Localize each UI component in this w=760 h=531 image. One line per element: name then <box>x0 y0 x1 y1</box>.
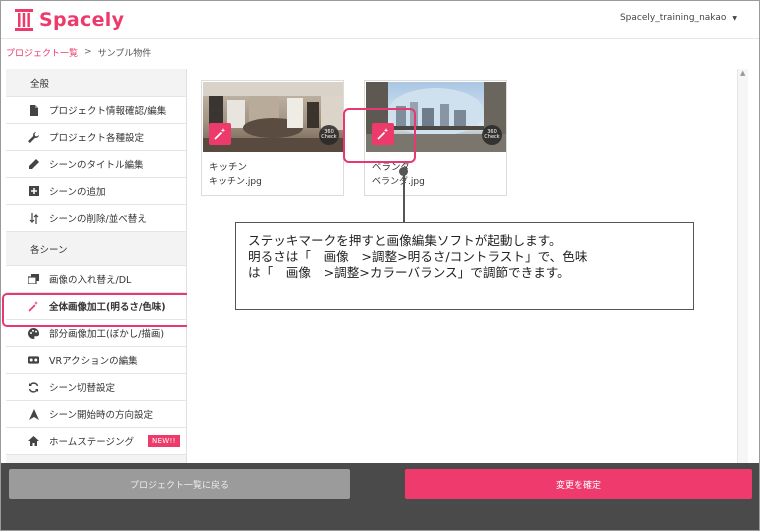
sidebar-item-label: 部分画像加工(ぼかし/描画) <box>49 329 165 340</box>
back-to-projects-button[interactable]: プロジェクト一覧に戻る <box>9 469 350 499</box>
sidebar-item-image-swap[interactable]: 画像の入れ替え/DL <box>6 266 186 293</box>
app-header: Spacely Spacely_training_nakao ▼ <box>1 1 759 39</box>
document-icon <box>28 104 39 116</box>
highlight-frame-sidebar <box>2 293 214 327</box>
refresh-icon <box>28 381 39 393</box>
pencil-icon <box>28 158 39 170</box>
spacely-logo[interactable]: Spacely <box>15 7 124 33</box>
footer-bar: プロジェクト一覧に戻る 変更を確定 <box>1 463 759 530</box>
sidebar-item-label: シーン開始時の方向設定 <box>49 410 154 421</box>
sidebar-item-label: ホームステージング <box>49 437 135 448</box>
sidebar-item-label: シーンのタイトル編集 <box>49 160 144 171</box>
breadcrumb-separator: > <box>84 47 92 57</box>
section-header-scenes: 各シーン <box>6 232 186 266</box>
sidebar-item-add-scene[interactable]: シーンの追加 <box>6 178 186 205</box>
wrench-icon <box>28 131 39 143</box>
user-menu[interactable]: Spacely_training_nakao ▼ <box>620 13 737 23</box>
sidebar-item-label: シーン切替設定 <box>49 383 116 394</box>
scene-name: キッチン <box>209 162 248 173</box>
sort-arrows-icon <box>28 212 39 224</box>
scene-file: ベランダ.jpg <box>372 177 425 187</box>
vr-goggles-icon <box>28 355 39 366</box>
image-swap-icon <box>28 274 39 285</box>
magic-wand-icon[interactable] <box>209 123 231 145</box>
confirm-changes-button[interactable]: 変更を確定 <box>405 469 752 499</box>
callout-line-3: は「 画像 >調整>カラーバランス」で調節できます。 <box>248 265 570 280</box>
column-logo-icon <box>15 9 33 31</box>
sidebar-item-project-settings[interactable]: プロジェクト各種設定 <box>6 124 186 151</box>
check-360-icon[interactable]: 360 Check <box>482 125 502 145</box>
sidebar-item-label: シーンの追加 <box>49 187 106 198</box>
home-icon <box>28 436 39 447</box>
callout-line-2: 明るさは「 画像 >調整>明るさ/コントラスト」で、色味 <box>248 249 588 264</box>
instruction-callout: ステッキマークを押すと画像編集ソフトが起動します。 明るさは「 画像 >調整>明… <box>235 222 694 310</box>
scroll-up-arrow[interactable]: ▲ <box>740 69 745 77</box>
sidebar-item-label: プロジェクト情報確認/編集 <box>49 106 167 117</box>
sidebar-item-project-info[interactable]: プロジェクト情報確認/編集 <box>6 97 186 124</box>
breadcrumb-project-list[interactable]: プロジェクト一覧 <box>6 46 78 59</box>
callout-pointer-line <box>403 171 405 223</box>
logo-text: Spacely <box>39 9 125 31</box>
section-header-general: 全般 <box>6 69 186 97</box>
sidebar-item-label: 画像の入れ替え/DL <box>49 275 132 286</box>
sidebar-item-scene-switch[interactable]: シーン切替設定 <box>6 374 186 401</box>
sidebar-item-scene-title[interactable]: シーンのタイトル編集 <box>6 151 186 178</box>
user-name: Spacely_training_nakao <box>619 13 727 23</box>
scene-file: キッチン.jpg <box>209 177 262 187</box>
sidebar-item-vr-action[interactable]: VRアクションの編集 <box>6 347 186 374</box>
sidebar-item-label: VRアクションの編集 <box>49 356 138 367</box>
check-label: Check <box>484 134 500 140</box>
sidebar-item-start-direction[interactable]: シーン開始時の方向設定 <box>6 401 186 428</box>
sidebar-item-home-staging[interactable]: ホームステージング NEW!! <box>6 428 186 455</box>
highlight-frame-edit-button <box>343 108 416 163</box>
callout-line-1: ステッキマークを押すと画像編集ソフトが起動します。 <box>248 233 562 248</box>
palette-icon <box>28 327 39 339</box>
direction-arrow-icon <box>28 408 39 420</box>
breadcrumb: プロジェクト一覧 > サンプル物件 <box>1 39 759 65</box>
check-label: Check <box>321 134 337 140</box>
sidebar-item-label: シーンの削除/並べ替え <box>49 214 147 225</box>
sidebar: 全般 プロジェクト情報確認/編集 プロジェクト各種設定 シーンのタイトル編集 シ… <box>6 69 187 463</box>
breadcrumb-current: サンプル物件 <box>97 48 152 59</box>
check-360-icon[interactable]: 360 Check <box>319 125 339 145</box>
scene-card-kitchen[interactable]: 360 Check キッチン キッチン.jpg <box>201 80 344 196</box>
new-badge: NEW!! <box>148 435 180 447</box>
chevron-down-icon: ▼ <box>732 14 737 22</box>
sidebar-item-label: プロジェクト各種設定 <box>49 133 145 144</box>
sidebar-item-delete-sort[interactable]: シーンの削除/並べ替え <box>6 205 186 232</box>
scrollbar[interactable]: ▲ <box>737 69 748 463</box>
plus-square-icon <box>28 186 39 197</box>
